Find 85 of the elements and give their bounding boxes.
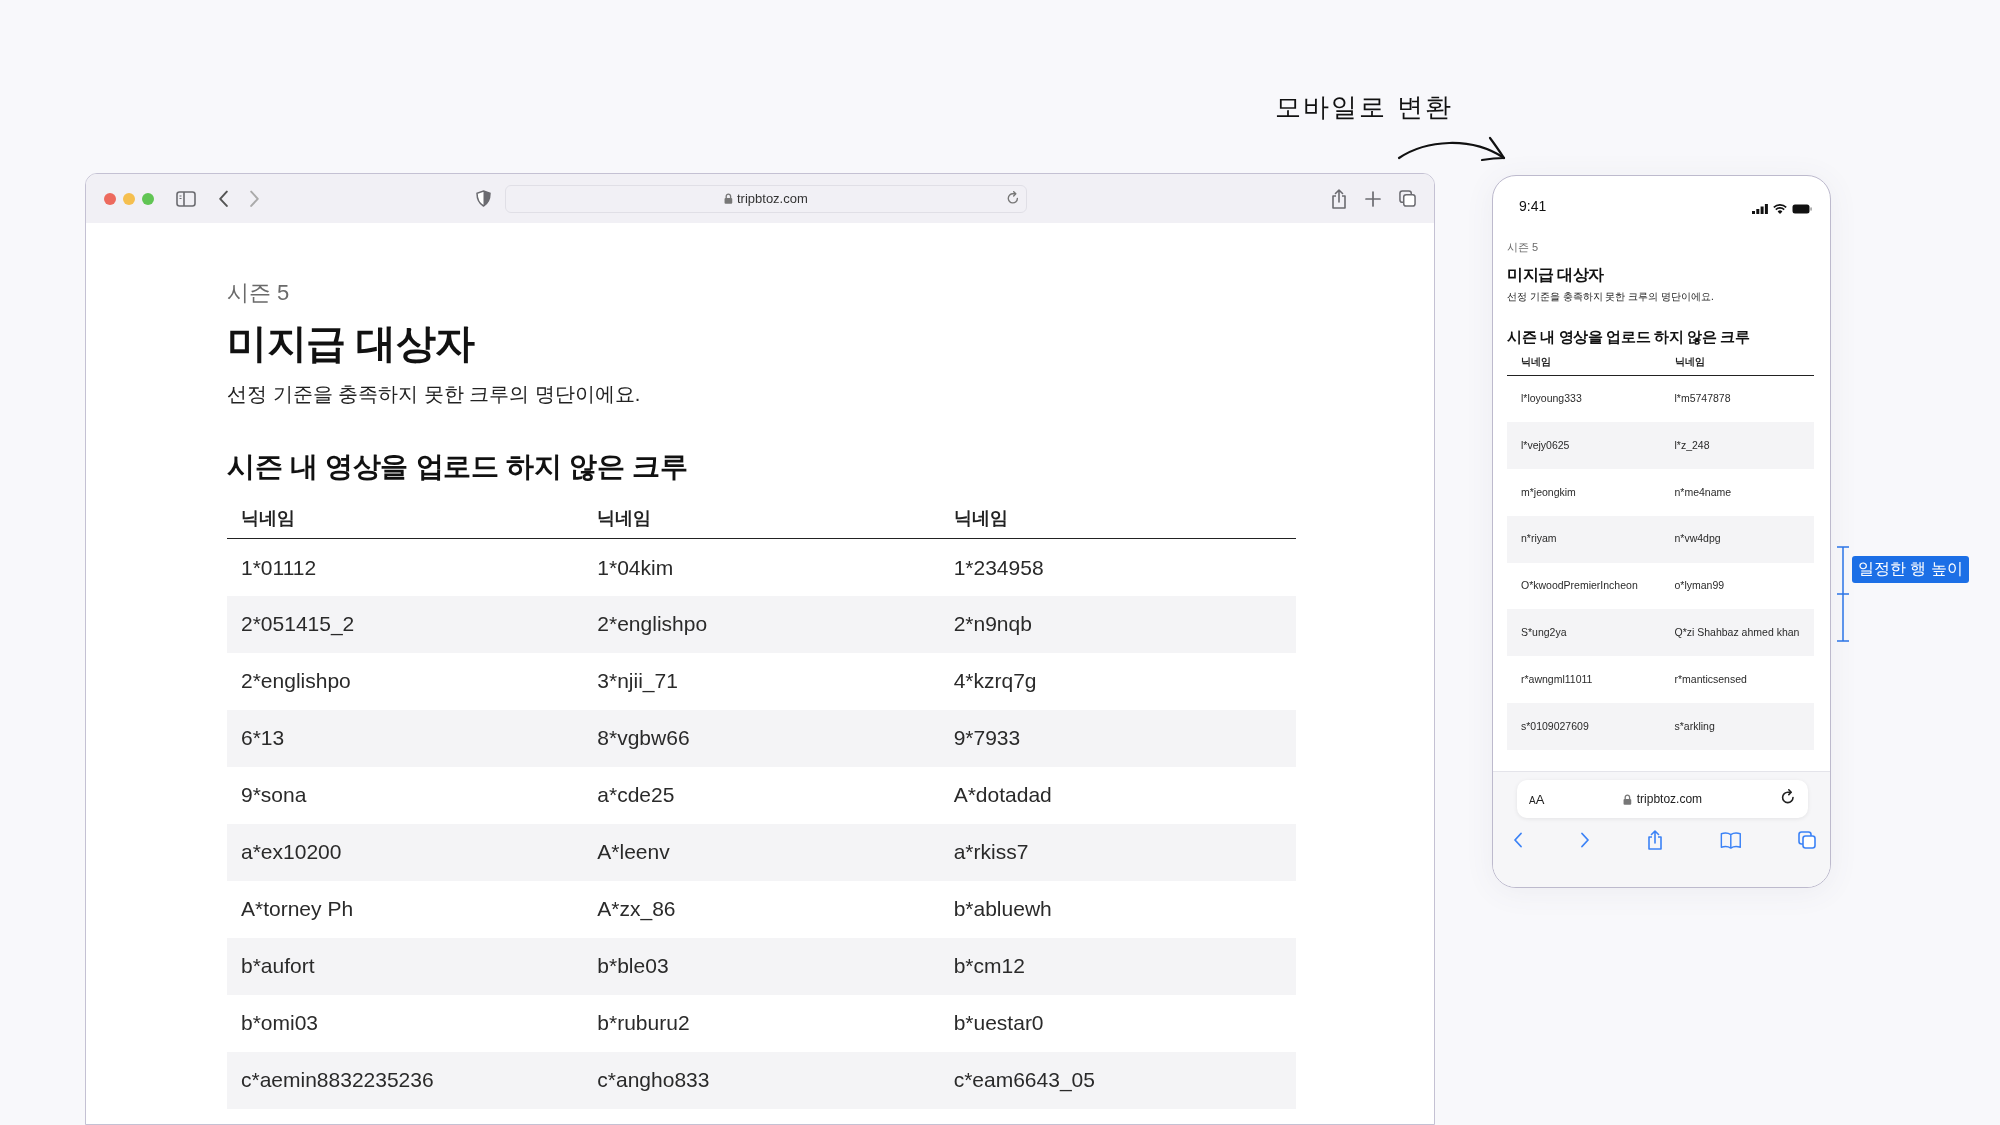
season-label: 시즌 5: [227, 279, 291, 307]
table-cell: b*uestar0: [939, 994, 1296, 1052]
table-cell: b*ble03: [583, 937, 940, 995]
wifi-icon: [1773, 204, 1787, 214]
table-cell: 8*vgbw66: [583, 709, 940, 767]
lock-icon: [1622, 793, 1632, 805]
table-cell: A*torney Ph: [227, 880, 584, 938]
column-header: 닉네임: [1507, 355, 1661, 376]
table-cell: a*cde25: [583, 766, 940, 824]
table-cell: c*eam6643_05: [939, 1051, 1296, 1109]
table-cell: b*omi03: [227, 994, 584, 1052]
column-header: 닉네임: [939, 506, 1296, 539]
column-header: 닉네임: [1660, 355, 1814, 376]
table-cell: b*ruburu2: [583, 994, 940, 1052]
signal-icon: [1752, 204, 1768, 214]
page-subtitle: 선정 기준을 충족하지 못한 크루의 명단이에요.: [227, 382, 642, 407]
table-cell: r*awngml11011: [1507, 656, 1661, 704]
table-cell: 1*01112: [227, 538, 584, 596]
table-cell: s*0109027609: [1507, 703, 1661, 750]
text-size-button[interactable]: AA: [1529, 791, 1545, 807]
table-cell: A*leenv: [583, 823, 940, 881]
back-icon[interactable]: [218, 189, 229, 208]
table-cell: n*riyam: [1507, 515, 1661, 563]
table-cell: S*ung2ya: [1507, 609, 1661, 657]
table-cell: n*vw4dpg: [1660, 515, 1814, 563]
forward-icon[interactable]: [249, 189, 260, 208]
section-heading: 시즌 내 영상을 업로드 하지 않은 크루: [1507, 328, 1751, 347]
bookmarks-icon[interactable]: [1719, 831, 1742, 849]
address-bar[interactable]: tripbtoz.com: [505, 184, 1027, 213]
table-cell: Q*zi Shahbaz ahmed khan: [1660, 609, 1814, 657]
handwritten-note: 모바일로 변환: [1275, 91, 1454, 124]
table-cell: l*z_248: [1660, 422, 1814, 470]
table-cell: O*kwoodPremierIncheon: [1507, 562, 1661, 610]
column-header: 닉네임: [227, 506, 584, 539]
table-cell: 9*sona: [227, 766, 584, 824]
table-cell: c*aemin8832235236: [227, 1051, 584, 1109]
table-cell: 3*njii_71: [583, 652, 940, 710]
status-time: 9:41: [1519, 198, 1547, 214]
table-cell: 1*04kim: [583, 538, 940, 596]
table-cell: 4*kzrq7g: [939, 652, 1296, 710]
table-cell: 6*13: [227, 709, 584, 767]
table-cell: b*abluewh: [939, 880, 1296, 938]
table-cell: 2*n9nqb: [939, 595, 1296, 653]
table-cell: 9*7933: [939, 709, 1296, 767]
share-icon[interactable]: [1646, 830, 1663, 850]
section-heading: 시즌 내 영상을 업로드 하지 않은 크루: [227, 450, 689, 484]
sidebar-icon[interactable]: [176, 190, 196, 207]
new-tab-icon[interactable]: [1365, 190, 1381, 207]
callout-label: 일정한 행 높이: [1852, 556, 1969, 583]
table-cell: b*cm12: [939, 937, 1296, 995]
table-cell: A*zx_86: [583, 880, 940, 938]
table-cell: a*rkiss7: [939, 823, 1296, 881]
table-cell: m*jeongkim: [1507, 469, 1661, 516]
battery-icon: [1792, 204, 1812, 214]
shield-icon[interactable]: [476, 190, 491, 207]
page-title: 미지급 대상자: [227, 320, 476, 367]
address-bar[interactable]: AA tripbtoz.com: [1517, 780, 1808, 818]
table-cell: s*arkling: [1660, 703, 1814, 750]
table-cell: b*aufort: [227, 937, 584, 995]
zoom-button[interactable]: [142, 192, 154, 205]
table-cell: a*ex10200: [227, 823, 584, 881]
tabs-icon[interactable]: [1399, 190, 1416, 207]
table-cell: n*me4name: [1660, 469, 1814, 516]
page-subtitle: 선정 기준을 충족하지 못한 크루의 명단이에요.: [1507, 290, 1715, 304]
table-cell: 2*051415_2: [227, 595, 584, 653]
page-title: 미지급 대상자: [1507, 265, 1605, 285]
column-header: 닉네임: [583, 506, 940, 539]
back-icon[interactable]: [1513, 832, 1523, 848]
table-cell: 2*englishpo: [227, 652, 584, 710]
season-label: 시즌 5: [1507, 240, 1540, 255]
forward-icon[interactable]: [1579, 832, 1590, 848]
close-button[interactable]: [104, 192, 116, 205]
table-cell: 1*234958: [939, 538, 1296, 596]
table-cell: o*lyman99: [1660, 562, 1814, 610]
table-cell: l*vejy0625: [1507, 422, 1661, 470]
tabs-icon[interactable]: [1797, 831, 1816, 849]
table-cell: r*manticsensed: [1660, 656, 1814, 704]
share-icon[interactable]: [1331, 188, 1347, 209]
lock-icon: [724, 193, 733, 204]
table-cell: l*m5747878: [1660, 375, 1814, 423]
table-cell: 2*englishpo: [583, 595, 940, 653]
table-cell: A*dotadad: [939, 766, 1296, 824]
table-cell: l*loyoung333: [1507, 375, 1661, 423]
reload-icon[interactable]: [1780, 789, 1796, 805]
table-cell: c*angho833: [583, 1051, 940, 1109]
